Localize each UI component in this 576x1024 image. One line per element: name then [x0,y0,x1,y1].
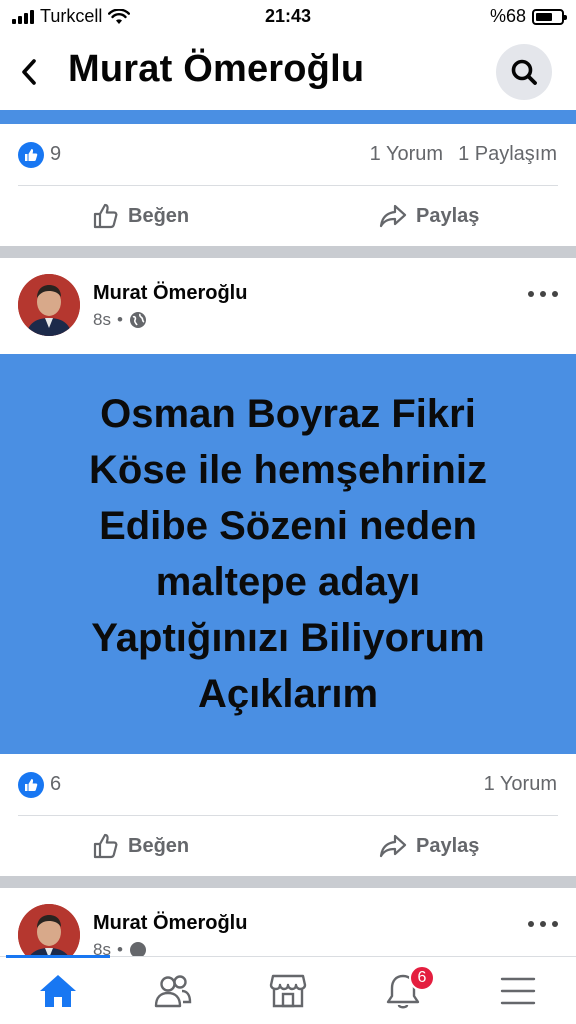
share-button[interactable]: Paylaş [378,816,479,876]
post-meta: 8s • [93,310,147,330]
thumbs-up-icon [93,203,118,229]
bottom-tab-bar: 6 [0,955,576,1024]
post-image-line: Edibe Sözeni neden [99,504,477,548]
post-actions: Beğen Paylaş [0,816,576,876]
post-author[interactable]: Murat Ömeroğlu [93,912,247,935]
meta-separator: • [116,940,123,956]
comment-count[interactable]: 1 Yorum [370,143,443,166]
post-header: Murat Ömeroğlu 8s • [0,258,576,350]
tab-notifications[interactable]: 6 [345,957,460,1024]
back-button[interactable] [14,54,44,90]
share-arrow-icon [379,834,407,858]
more-options-button[interactable] [528,914,558,934]
share-label: Paylaş [416,204,480,227]
post-separator [0,876,576,888]
previous-post-reactions: 9 1 Yorum 1 Paylaşım [0,124,576,186]
share-button[interactable]: Paylaş [378,186,479,246]
thumbs-up-icon [93,833,118,859]
avatar[interactable] [18,904,80,956]
like-button[interactable]: Beğen [92,186,189,246]
status-bar: Turkcell 21:43 %68 [0,0,576,34]
like-reaction-icon [18,142,44,168]
tab-marketplace[interactable] [230,957,345,1024]
share-label: Paylaş [416,834,480,857]
chevron-left-icon [22,59,36,85]
post-time[interactable]: 8s [93,940,111,956]
post-reactions: 6 1 Yorum [0,754,576,816]
like-label: Beğen [128,834,190,857]
battery-area: %68 [489,6,567,27]
like-reaction-icon [18,772,44,798]
tab-menu[interactable] [460,957,575,1024]
battery-percent: %68 [489,6,526,26]
menu-icon [500,977,535,1005]
marketplace-icon [269,974,306,1008]
tab-home[interactable] [0,957,115,1024]
search-button[interactable] [496,44,552,100]
like-button[interactable]: Beğen [92,816,189,876]
comment-count[interactable]: 1 Yorum [484,773,557,796]
next-post-header: Murat Ömeroğlu 8s • [0,888,576,956]
post-image-line: Yaptığınızı Biliyorum [91,616,485,660]
home-icon [39,975,76,1007]
post-image-text: Osman Boyraz Fikri Köse ile hemşehriniz Ed… [69,386,507,722]
share-count[interactable]: 1 Paylaşım [458,143,557,166]
battery-icon [532,8,567,25]
previous-post-image[interactable] [0,110,576,124]
more-options-button[interactable] [528,284,558,304]
search-icon [511,59,537,85]
post-image-line: maltepe adayı [155,560,421,604]
post-time[interactable]: 8s [93,310,111,330]
post-image-line: Açıklarım [197,672,379,716]
like-count[interactable]: 9 [50,143,61,166]
globe-icon [129,942,146,956]
post-image[interactable]: Osman Boyraz Fikri Köse ile hemşehriniz Ed… [0,354,576,754]
globe-icon [129,312,146,328]
post-meta: 8s • [93,940,147,956]
previous-post-actions: Beğen Paylaş [0,186,576,246]
page-header: Murat Ömeroğlu [0,34,576,110]
like-count[interactable]: 6 [50,773,61,796]
post-image-line: Köse ile hemşehriniz [89,448,487,492]
share-arrow-icon [379,204,407,228]
battery-level [536,12,553,21]
friends-icon [154,975,191,1008]
post-author[interactable]: Murat Ömeroğlu [93,282,247,305]
post-image-line: Osman Boyraz Fikri [100,392,476,436]
notification-badge: 6 [409,965,435,991]
avatar[interactable] [18,274,80,336]
page-title: Murat Ömeroğlu [68,48,365,90]
like-label: Beğen [128,204,190,227]
meta-separator: • [116,310,123,329]
post-separator [0,246,576,258]
tab-friends[interactable] [115,957,230,1024]
